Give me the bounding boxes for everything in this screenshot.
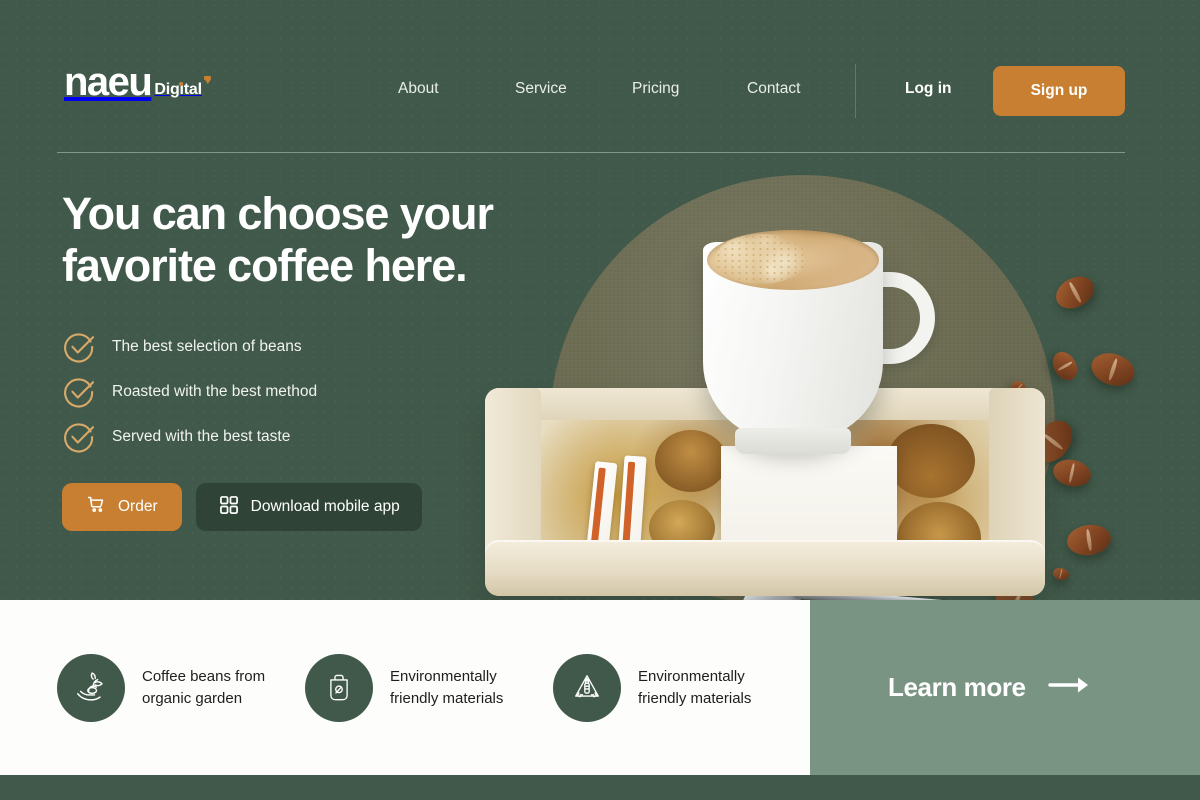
eco-bag-icon	[305, 653, 373, 722]
benefit-card-recycle[interactable]: Environmentally friendly materials	[553, 653, 751, 722]
benefit-label-line1: Coffee beans from	[142, 668, 266, 686]
logo-subtext: Digital	[154, 76, 211, 99]
check-circle-icon	[62, 330, 96, 364]
hero-content: You can choose your favorite coffee here…	[62, 188, 542, 532]
hero-feature-list: The best selection of beans Roasted with…	[62, 324, 542, 459]
coffee-bean	[1087, 347, 1139, 392]
page-title: You can choose your favorite coffee here…	[62, 188, 494, 292]
login-link[interactable]: Log in	[905, 80, 952, 98]
nav-item-about[interactable]: About	[398, 80, 515, 98]
coffee-bean	[1047, 347, 1083, 385]
arrow-right-icon	[1047, 674, 1092, 701]
main-navigation: About Service Pricing Contact	[398, 80, 864, 98]
list-item: Roasted with the best method	[62, 369, 542, 414]
benefit-label-line1: Environmentally	[638, 668, 745, 686]
nav-item-service[interactable]: Service	[515, 80, 632, 98]
benefit-card-label: Coffee beans from organic garden	[142, 666, 265, 709]
list-item: The best selection of beans	[62, 324, 542, 369]
header-vertical-divider	[855, 64, 856, 118]
logo-accent-tick-icon	[203, 76, 211, 84]
check-circle-icon	[62, 375, 96, 409]
list-item-label: The best selection of beans	[112, 337, 302, 355]
header-divider-line	[57, 152, 1125, 153]
footer-bar	[0, 775, 1200, 800]
benefit-label-line2: friendly materials	[638, 689, 752, 707]
learn-more-label: Learn more	[888, 672, 1026, 702]
check-circle-icon	[62, 420, 96, 454]
list-item-label: Roasted with the best method	[112, 382, 318, 400]
order-button[interactable]: Order	[62, 483, 182, 532]
coffee-bean	[1051, 566, 1071, 582]
hero-illustration	[455, 150, 1139, 653]
download-app-button-label: Download mobile app	[250, 498, 400, 516]
hero-cta-row: Order Download mobile app	[62, 483, 542, 532]
benefits-row: Coffee beans from organic garden Environ…	[0, 600, 810, 775]
recycle-bottle-icon	[553, 653, 621, 722]
list-item-label: Served with the best taste	[112, 427, 291, 445]
nav-item-contact[interactable]: Contact	[747, 80, 864, 98]
benefit-label-line2: friendly materials	[390, 689, 504, 707]
signup-button[interactable]: Sign up	[993, 66, 1125, 116]
nav-item-pricing[interactable]: Pricing	[632, 80, 747, 98]
coffee-bean	[1050, 456, 1094, 490]
shell-motif	[649, 500, 715, 544]
coffee-bean	[1065, 522, 1113, 558]
benefit-card-label: Environmentally friendly materials	[390, 666, 503, 709]
list-item: Served with the best taste	[62, 414, 542, 459]
cup-foot	[735, 428, 851, 454]
logo-subtext-label: Digital	[154, 81, 202, 98]
logo[interactable]: naeu Digital	[64, 60, 211, 104]
coffee-cup	[675, 210, 935, 470]
tray-rim-front	[485, 540, 1045, 596]
foam-topping-crumbs	[715, 234, 807, 284]
hand-sprout-icon	[57, 653, 125, 722]
benefit-card-organic[interactable]: Coffee beans from organic garden	[57, 653, 305, 722]
benefit-card-label: Environmentally friendly materials	[638, 666, 751, 709]
order-button-label: Order	[118, 498, 158, 516]
benefit-label-line1: Environmentally	[390, 668, 497, 686]
download-app-button[interactable]: Download mobile app	[195, 483, 422, 532]
shell-motif	[897, 502, 981, 544]
benefit-card-materials[interactable]: Environmentally friendly materials	[305, 653, 553, 722]
grid-squares-icon	[218, 494, 240, 521]
shopping-cart-icon	[86, 494, 107, 520]
learn-more-link[interactable]: Learn more	[888, 672, 1092, 703]
logo-wordmark: naeu	[64, 60, 153, 104]
landing-page: naeu Digital About Service Pricing Conta…	[0, 0, 1200, 800]
site-header: naeu Digital About Service Pricing Conta…	[0, 0, 1200, 153]
coffee-bean	[1050, 270, 1100, 315]
benefit-label-line2: organic garden	[142, 689, 243, 707]
